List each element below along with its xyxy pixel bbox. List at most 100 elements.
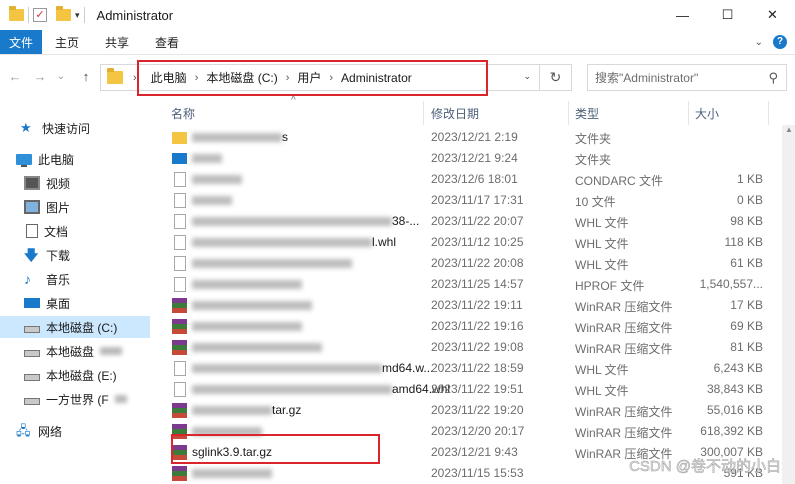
maximize-button[interactable]: ☐ — [705, 0, 750, 30]
sidebar-item-music[interactable]: ♪ 音乐 — [0, 268, 150, 290]
redacted-filename — [192, 280, 302, 289]
ribbon-tabs: 文件 主页 共享 查看 ⌄ ? — [0, 30, 795, 55]
file-date: 2023/11/22 20:08 — [431, 256, 524, 270]
redacted-filename — [192, 217, 392, 226]
file-row[interactable]: 2023/11/22 20:08 WHL 文件 61 KB — [150, 253, 790, 274]
expand-ribbon-icon[interactable]: ⌄ — [755, 37, 763, 48]
column-divider[interactable] — [688, 101, 689, 125]
file-name: md64.w... — [382, 361, 434, 375]
drive-icon — [24, 349, 40, 357]
column-divider[interactable] — [768, 101, 769, 125]
file-icon — [174, 235, 186, 250]
back-arrow-icon[interactable]: ← — [7, 69, 23, 84]
sort-ascending-icon: ^ — [291, 95, 296, 106]
sidebar-item-desktop[interactable]: 桌面 — [0, 292, 150, 314]
redacted-filename — [192, 238, 372, 247]
sidebar-item-network[interactable]: 🖧 网络 — [0, 420, 150, 442]
file-row[interactable]: 2023/12/21 9:24 文件夹 — [150, 148, 790, 169]
drive-icon — [24, 325, 40, 333]
file-name: 38-... — [392, 214, 420, 228]
archive-icon — [172, 319, 187, 334]
sidebar-item-this-pc[interactable]: 此电脑 — [0, 148, 150, 170]
column-divider[interactable] — [568, 101, 569, 125]
sidebar-item-label: 本地磁盘 (C:) — [46, 320, 118, 335]
tab-share[interactable]: 共享 — [92, 30, 142, 54]
file-date: 2023/12/21 9:43 — [431, 445, 518, 459]
scroll-up-icon[interactable]: ▲ — [785, 125, 793, 137]
file-type: WHL 文件 — [575, 237, 629, 251]
redacted-drive-letter — [100, 347, 123, 355]
file-size: 98 KB — [730, 214, 763, 228]
file-date: 2023/11/22 19:08 — [431, 340, 524, 354]
forward-arrow-icon[interactable]: → — [32, 69, 48, 84]
sidebar-item-quick-access[interactable]: ★ 快速访问 — [0, 117, 150, 139]
file-size: 6,243 KB — [713, 361, 763, 375]
archive-icon — [172, 403, 187, 418]
column-divider[interactable] — [423, 101, 424, 125]
annotation-highlight-address — [137, 60, 488, 96]
file-row[interactable]: tar.gz 2023/11/22 19:20 WinRAR 压缩文件 55,016 … — [150, 400, 790, 421]
file-row[interactable]: 2023/11/22 19:08 WinRAR 压缩文件 81 KB — [150, 337, 790, 358]
minimize-button[interactable]: — — [660, 0, 705, 30]
navigation-pane: ★ 快速访问 此电脑 视频 图片 文档 🡇 下载 ♪ 音乐 桌面 本地磁盘 (C… — [0, 101, 150, 484]
address-history-dropdown-icon[interactable]: ⌄ — [523, 71, 531, 82]
tab-home[interactable]: 主页 — [42, 30, 92, 54]
sidebar-item-label: 下载 — [46, 248, 71, 263]
file-row[interactable]: md64.w... 2023/11/22 18:59 WHL 文件 6,243 KB — [150, 358, 790, 379]
file-row[interactable]: 2023/11/22 19:11 WinRAR 压缩文件 17 KB — [150, 295, 790, 316]
file-row[interactable]: l.whl 2023/11/12 10:25 WHL 文件 118 KB — [150, 232, 790, 253]
sidebar-item-label: 图片 — [46, 200, 71, 215]
annotation-highlight-file — [171, 434, 380, 464]
column-header-name[interactable]: 名称 — [171, 101, 195, 125]
sidebar-item-label: 本地磁盘 — [46, 344, 95, 359]
vertical-scrollbar[interactable]: ▲ — [782, 125, 795, 484]
tab-view[interactable]: 查看 — [142, 30, 192, 54]
sidebar-item-videos[interactable]: 视频 — [0, 172, 150, 194]
properties-quick-icon[interactable]: ✓ — [33, 8, 47, 22]
sidebar-item-drive-f[interactable]: 一方世界 (F — [0, 388, 150, 410]
file-row[interactable]: 2023/11/25 14:57 HPROF 文件 1,540,557... — [150, 274, 790, 295]
file-type: WinRAR 压缩文件 — [575, 342, 673, 356]
file-date: 2023/11/25 14:57 — [431, 277, 524, 291]
close-button[interactable]: ✕ — [750, 0, 795, 30]
download-icon: 🡇 — [24, 247, 39, 263]
search-input[interactable]: 搜索"Administrator" ⚲ — [587, 64, 787, 91]
search-icon[interactable]: ⚲ — [768, 70, 778, 86]
refresh-icon[interactable]: ↻ — [540, 64, 572, 91]
tab-file[interactable]: 文件 — [0, 30, 43, 54]
divider — [83, 7, 85, 23]
file-icon — [174, 172, 186, 187]
sidebar-item-pictures[interactable]: 图片 — [0, 196, 150, 218]
file-type: 10 文件 — [575, 195, 616, 209]
redacted-filename — [192, 343, 322, 352]
music-icon: ♪ — [24, 271, 31, 287]
file-row[interactable]: 2023/11/17 17:31 10 文件 0 KB — [150, 190, 790, 211]
column-header-size[interactable]: 大小 — [695, 101, 719, 125]
file-date: 2023/11/22 19:20 — [431, 403, 524, 417]
column-header-date[interactable]: 修改日期 — [431, 101, 479, 125]
file-type: WHL 文件 — [575, 384, 629, 398]
drive-icon — [24, 373, 40, 381]
sidebar-item-downloads[interactable]: 🡇 下载 — [0, 244, 150, 266]
redacted-drive-letter — [114, 395, 127, 403]
help-icon[interactable]: ? — [773, 35, 787, 49]
file-date: 2023/11/22 19:51 — [431, 382, 524, 396]
file-row[interactable]: 2023/12/6 18:01 CONDARC 文件 1 KB — [150, 169, 790, 190]
file-row[interactable]: amd64.whl 2023/11/22 19:51 WHL 文件 38,843 KB — [150, 379, 790, 400]
sidebar-item-label: 本地磁盘 (E:) — [46, 368, 117, 383]
sidebar-item-local-disk-c[interactable]: 本地磁盘 (C:) — [0, 316, 150, 338]
quick-access-toolbar-dropdown-icon[interactable]: ▾ — [75, 10, 80, 21]
recent-locations-dropdown-icon[interactable]: ⌄ — [53, 71, 69, 82]
sidebar-item-local-disk-e[interactable]: 本地磁盘 (E:) — [0, 364, 150, 386]
new-folder-quick-icon[interactable] — [55, 6, 71, 23]
file-row[interactable]: s 2023/12/21 2:19 文件夹 — [150, 127, 790, 148]
sidebar-item-local-disk-d[interactable]: 本地磁盘 — [0, 340, 150, 362]
file-row[interactable]: 2023/11/22 19:16 WinRAR 压缩文件 69 KB — [150, 316, 790, 337]
sidebar-item-label: 桌面 — [46, 296, 71, 311]
sidebar-item-documents[interactable]: 文档 — [0, 220, 150, 242]
file-row[interactable]: 38-... 2023/11/22 20:07 WHL 文件 98 KB — [150, 211, 790, 232]
redacted-filename — [192, 469, 272, 478]
file-size: 69 KB — [730, 319, 763, 333]
up-arrow-icon[interactable]: ↑ — [78, 69, 94, 84]
column-header-type[interactable]: 类型 — [575, 101, 599, 125]
